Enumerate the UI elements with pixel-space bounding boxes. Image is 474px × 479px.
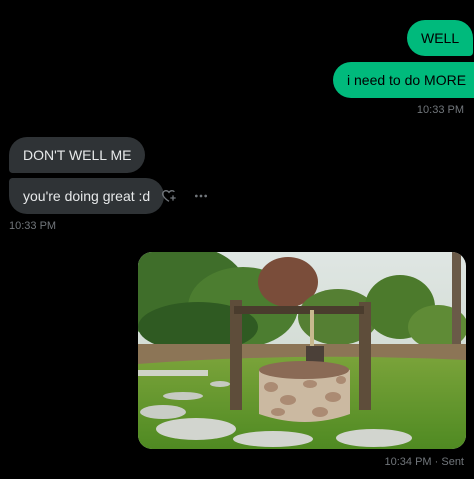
heart-plus-icon[interactable] xyxy=(160,187,178,205)
message-text: DON'T WELL ME xyxy=(23,147,132,163)
stone-well-photo[interactable] xyxy=(138,252,466,449)
photo-timestamp: 10:34 PM · Sent xyxy=(384,456,465,468)
message-actions xyxy=(160,187,210,205)
sent-message-well[interactable]: WELL xyxy=(407,20,474,56)
message-text: WELL xyxy=(421,30,460,46)
received-message-dont-well[interactable]: DON'T WELL ME xyxy=(9,137,146,173)
more-dots-icon[interactable] xyxy=(192,187,210,205)
message-text: i need to do MORE xyxy=(347,72,467,88)
received-timestamp: 10:33 PM xyxy=(9,220,57,232)
received-message-doing-great[interactable]: you're doing great :d xyxy=(9,178,165,214)
sent-timestamp: 10:33 PM xyxy=(416,104,464,116)
message-text: you're doing great :d xyxy=(23,188,151,204)
sent-message-need-more[interactable]: i need to do MORE xyxy=(333,62,474,98)
